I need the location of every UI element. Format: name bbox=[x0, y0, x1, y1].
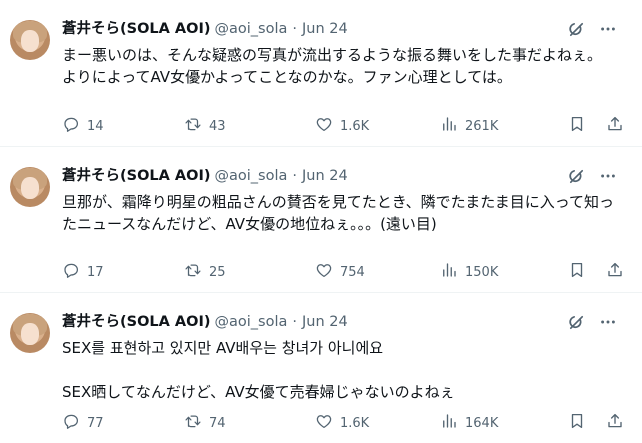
display-name[interactable]: 蒼井そら(SOLA AOI) bbox=[62, 167, 210, 185]
reply-button[interactable]: 14 bbox=[62, 116, 104, 136]
like-count: 1.6K bbox=[340, 118, 370, 134]
repost-icon bbox=[184, 412, 202, 434]
views-count: 261K bbox=[465, 118, 499, 134]
user-handle[interactable]: @aoi_sola bbox=[214, 167, 287, 185]
views-icon bbox=[440, 261, 458, 283]
reply-count: 17 bbox=[87, 264, 104, 280]
views-button[interactable]: 164K bbox=[440, 413, 498, 433]
display-name[interactable]: 蒼井そら(SOLA AOI) bbox=[62, 313, 210, 331]
tweet-date[interactable]: Jun 24 bbox=[302, 167, 348, 185]
separator-dot: · bbox=[292, 21, 297, 37]
separator-dot: · bbox=[292, 314, 297, 330]
views-icon bbox=[440, 115, 458, 137]
separator-dot: · bbox=[292, 168, 297, 184]
tweet-date[interactable]: Jun 24 bbox=[302, 20, 348, 38]
avatar[interactable] bbox=[10, 167, 50, 207]
tweet-text: 旦那が、霜降り明星の粗品さんの賛否を見てたとき、隣でたまたま目に入って知ったニュ… bbox=[62, 193, 615, 233]
views-button[interactable]: 261K bbox=[440, 116, 498, 136]
share-icon bbox=[606, 115, 624, 137]
share-icon bbox=[606, 412, 624, 434]
reply-icon bbox=[62, 261, 80, 283]
grok-icon[interactable] bbox=[566, 19, 586, 39]
like-button[interactable]: 754 bbox=[315, 262, 365, 282]
like-count: 754 bbox=[340, 264, 365, 280]
tweet-actions: 77 74 1.6K 164K bbox=[62, 413, 634, 433]
tweet-text: SEX를 표현하고 있지만 AV배우는 창녀가 아니에요 SEX晒してなんだけど… bbox=[62, 339, 455, 401]
reply-icon bbox=[62, 412, 80, 434]
display-name[interactable]: 蒼井そら(SOLA AOI) bbox=[62, 20, 210, 38]
grok-icon[interactable] bbox=[566, 166, 586, 186]
tweet-header: 蒼井そら(SOLA AOI) @aoi_sola · Jun 24 bbox=[62, 313, 620, 331]
tweet-header: 蒼井そら(SOLA AOI) @aoi_sola · Jun 24 bbox=[62, 20, 620, 38]
avatar[interactable] bbox=[10, 313, 50, 353]
tweet-actions: 17 25 754 150K bbox=[62, 262, 634, 282]
tweet-content: 蒼井そら(SOLA AOI) @aoi_sola · Jun 24 SEX를 표… bbox=[62, 313, 620, 403]
tweet[interactable]: 蒼井そら(SOLA AOI) @aoi_sola · Jun 24 SEX를 표… bbox=[0, 293, 642, 443]
views-count: 164K bbox=[465, 415, 499, 431]
repost-button[interactable]: 25 bbox=[184, 262, 226, 282]
reply-button[interactable]: 17 bbox=[62, 262, 104, 282]
like-button[interactable]: 1.6K bbox=[315, 116, 369, 136]
tweet-content: 蒼井そら(SOLA AOI) @aoi_sola · Jun 24 まー悪いのは… bbox=[62, 20, 620, 88]
bookmark-icon bbox=[568, 261, 586, 283]
share-icon bbox=[606, 261, 624, 283]
views-icon bbox=[440, 412, 458, 434]
reply-button[interactable]: 77 bbox=[62, 413, 104, 433]
tweet[interactable]: 蒼井そら(SOLA AOI) @aoi_sola · Jun 24 まー悪いのは… bbox=[0, 0, 642, 147]
tweet-text: まー悪いのは、そんな疑惑の写真が流出するような振る舞いをした事だよねぇ。 よりに… bbox=[62, 46, 603, 86]
share-button[interactable] bbox=[606, 413, 624, 433]
tweet-header: 蒼井そら(SOLA AOI) @aoi_sola · Jun 24 bbox=[62, 167, 620, 185]
like-icon bbox=[315, 115, 333, 137]
share-button[interactable] bbox=[606, 262, 624, 282]
share-button[interactable] bbox=[606, 116, 624, 136]
more-icon[interactable] bbox=[598, 19, 618, 39]
repost-count: 25 bbox=[209, 264, 226, 280]
bookmark-button[interactable] bbox=[568, 262, 586, 282]
repost-count: 43 bbox=[209, 118, 226, 134]
like-button[interactable]: 1.6K bbox=[315, 413, 369, 433]
tweet-feed: 蒼井そら(SOLA AOI) @aoi_sola · Jun 24 まー悪いのは… bbox=[0, 0, 642, 443]
repost-count: 74 bbox=[209, 415, 226, 431]
like-count: 1.6K bbox=[340, 415, 370, 431]
tweet[interactable]: 蒼井そら(SOLA AOI) @aoi_sola · Jun 24 旦那が、霜降… bbox=[0, 147, 642, 293]
repost-icon bbox=[184, 115, 202, 137]
like-icon bbox=[315, 261, 333, 283]
bookmark-button[interactable] bbox=[568, 116, 586, 136]
grok-icon[interactable] bbox=[566, 312, 586, 332]
reply-count: 14 bbox=[87, 118, 104, 134]
bookmark-icon bbox=[568, 115, 586, 137]
reply-count: 77 bbox=[87, 415, 104, 431]
tweet-date[interactable]: Jun 24 bbox=[302, 313, 348, 331]
bookmark-button[interactable] bbox=[568, 413, 586, 433]
bookmark-icon bbox=[568, 412, 586, 434]
repost-icon bbox=[184, 261, 202, 283]
views-button[interactable]: 150K bbox=[440, 262, 498, 282]
repost-button[interactable]: 43 bbox=[184, 116, 226, 136]
more-icon[interactable] bbox=[598, 166, 618, 186]
user-handle[interactable]: @aoi_sola bbox=[214, 20, 287, 38]
avatar[interactable] bbox=[10, 20, 50, 60]
views-count: 150K bbox=[465, 264, 499, 280]
more-icon[interactable] bbox=[598, 312, 618, 332]
repost-button[interactable]: 74 bbox=[184, 413, 226, 433]
reply-icon bbox=[62, 115, 80, 137]
tweet-actions: 14 43 1.6K 261K bbox=[62, 116, 634, 136]
user-handle[interactable]: @aoi_sola bbox=[214, 313, 287, 331]
like-icon bbox=[315, 412, 333, 434]
tweet-content: 蒼井そら(SOLA AOI) @aoi_sola · Jun 24 旦那が、霜降… bbox=[62, 167, 620, 235]
